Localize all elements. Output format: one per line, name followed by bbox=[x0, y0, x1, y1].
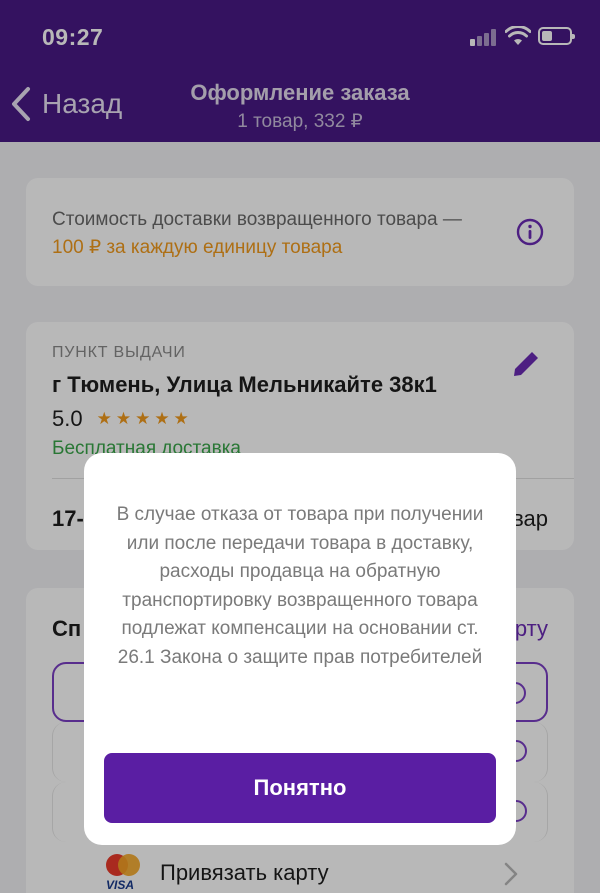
understood-button[interactable]: Понятно bbox=[104, 753, 496, 823]
info-modal: В случае отказа от товара при получении … bbox=[84, 453, 516, 845]
modal-text: В случае отказа от товара при получении … bbox=[116, 504, 484, 668]
